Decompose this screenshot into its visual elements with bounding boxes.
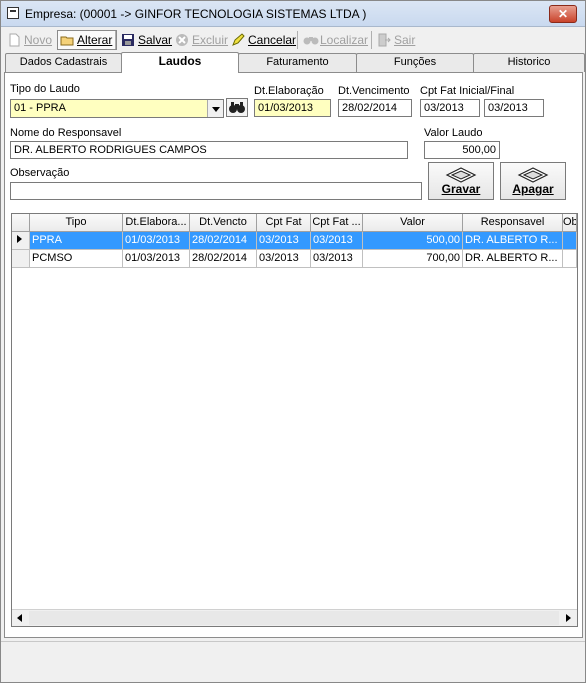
valor-label: Valor Laudo — [424, 127, 483, 139]
localizar-label: Localizar — [320, 33, 369, 47]
tab-historico[interactable]: Historico — [473, 53, 585, 72]
col-header[interactable]: Cpt Fat ... — [311, 214, 363, 232]
obs-label: Observação — [10, 167, 70, 179]
dt-elab-field[interactable]: 01/03/2013 — [254, 99, 331, 117]
col-header[interactable]: Cpt Fat — [257, 214, 311, 232]
sair-label: Sair — [394, 33, 416, 47]
tipo-value: 01 - PPRA — [14, 102, 66, 114]
tab-strip: Dados Cadastrais Laudos Faturamento Funç… — [1, 52, 585, 73]
cell-obs — [563, 232, 577, 250]
binoculars-icon — [229, 102, 245, 113]
save-disk-icon — [121, 33, 135, 47]
row-pointer-icon — [17, 235, 22, 243]
col-header[interactable]: Obs — [563, 214, 577, 232]
cell-cpt-fim: 03/2013 — [311, 232, 363, 250]
col-header[interactable]: Valor — [363, 214, 463, 232]
apagar-button[interactable]: Apagar — [500, 162, 566, 200]
cell-tipo: PPRA — [30, 232, 123, 250]
novo-label: Novo — [24, 33, 53, 47]
alterar-button[interactable]: Alterar — [57, 30, 118, 50]
sair-button[interactable]: Sair — [375, 30, 419, 50]
status-bar — [1, 641, 585, 682]
cell-dt-vencto: 28/02/2014 — [190, 250, 257, 268]
toolbar-separator — [297, 31, 298, 49]
alterar-label: Alterar — [77, 33, 113, 47]
table-row[interactable]: PPRA 01/03/2013 28/02/2014 03/2013 03/20… — [12, 232, 577, 250]
window-title: Empresa: (00001 -> GINFOR TECNOLOGIA SIS… — [25, 7, 367, 21]
cell-responsavel: DR. ALBERTO R... — [463, 232, 563, 250]
close-button[interactable]: ✕ — [549, 5, 577, 23]
col-header[interactable]: Dt.Vencto — [190, 214, 257, 232]
excluir-button[interactable]: Excluir — [173, 30, 232, 50]
salvar-label: Salvar — [138, 33, 173, 47]
toolbar-separator — [115, 31, 116, 49]
binoculars-icon — [303, 33, 319, 47]
cell-tipo: PCMSO — [30, 250, 123, 268]
cell-obs — [563, 250, 577, 268]
cell-valor: 500,00 — [363, 232, 463, 250]
cancelar-label: Cancelar — [248, 33, 297, 47]
exit-door-icon — [377, 33, 391, 47]
pencil-icon — [231, 33, 245, 47]
new-document-icon — [7, 33, 21, 47]
gravar-button[interactable]: Gravar — [428, 162, 494, 200]
laudos-panel: Tipo do Laudo 01 - PPRA Dt.Elaboração 01… — [4, 72, 583, 638]
scrollbar-thumb[interactable] — [29, 611, 559, 625]
scroll-right-icon[interactable] — [560, 610, 577, 626]
window-icon — [7, 7, 19, 19]
cell-cpt-fim: 03/2013 — [311, 250, 363, 268]
title-bar: Empresa: (00001 -> GINFOR TECNOLOGIA SIS… — [1, 1, 585, 27]
cell-cpt-ini: 03/2013 — [257, 250, 311, 268]
toolbar: Novo Alterar Salvar Excluir Cancelar Loc… — [1, 28, 585, 52]
gravar-label: Gravar — [441, 182, 481, 196]
cpt-fim-field[interactable]: 03/2013 — [484, 99, 544, 117]
tab-laudos[interactable]: Laudos — [121, 52, 239, 73]
obs-field[interactable] — [10, 182, 422, 200]
cell-dt-elab: 01/03/2013 — [123, 232, 190, 250]
table-row[interactable]: PCMSO 01/03/2013 28/02/2014 03/2013 03/2… — [12, 250, 577, 268]
chevron-down-icon[interactable] — [207, 100, 223, 117]
search-tipo-button[interactable] — [226, 98, 248, 117]
tab-faturamento[interactable]: Faturamento — [238, 53, 357, 72]
cell-dt-elab: 01/03/2013 — [123, 250, 190, 268]
valor-field[interactable]: 500,00 — [424, 141, 500, 159]
resp-field[interactable]: DR. ALBERTO RODRIGUES CAMPOS — [10, 141, 408, 159]
cell-cpt-ini: 03/2013 — [257, 232, 311, 250]
cell-dt-vencto: 28/02/2014 — [190, 232, 257, 250]
horizontal-scrollbar[interactable] — [12, 609, 577, 626]
tipo-select[interactable]: 01 - PPRA — [10, 99, 224, 118]
dt-venc-label: Dt.Vencimento — [338, 85, 410, 97]
col-header[interactable]: Responsavel — [463, 214, 563, 232]
tab-funcoes[interactable]: Funções — [356, 53, 474, 72]
open-folder-icon — [60, 33, 74, 47]
scroll-left-icon[interactable] — [12, 610, 29, 626]
cancelar-button[interactable]: Cancelar — [229, 30, 300, 50]
window: Empresa: (00001 -> GINFOR TECNOLOGIA SIS… — [0, 0, 586, 683]
tipo-label: Tipo do Laudo — [10, 83, 80, 95]
toolbar-separator — [371, 31, 372, 49]
cpt-label: Cpt Fat Inicial/Final — [420, 85, 515, 97]
tab-dados-cadastrais[interactable]: Dados Cadastrais — [5, 53, 122, 72]
novo-button[interactable]: Novo — [5, 30, 56, 50]
dt-venc-field[interactable]: 28/02/2014 — [338, 99, 412, 117]
cell-responsavel: DR. ALBERTO R... — [463, 250, 563, 268]
delete-icon — [175, 33, 189, 47]
cell-valor: 700,00 — [363, 250, 463, 268]
excluir-label: Excluir — [192, 33, 229, 47]
grid-header: Tipo Dt.Elabora... Dt.Vencto Cpt Fat Cpt… — [12, 214, 577, 232]
apagar-label: Apagar — [512, 182, 554, 196]
resp-label: Nome do Responsavel — [10, 127, 122, 139]
dt-elab-label: Dt.Elaboração — [254, 85, 324, 97]
col-header[interactable]: Tipo — [30, 214, 123, 232]
localizar-button[interactable]: Localizar — [301, 30, 372, 50]
row-indicator — [12, 250, 30, 268]
laudos-grid[interactable]: Tipo Dt.Elabora... Dt.Vencto Cpt Fat Cpt… — [11, 213, 578, 627]
col-header[interactable]: Dt.Elabora... — [123, 214, 190, 232]
grid-corner — [12, 214, 30, 232]
row-indicator — [12, 232, 30, 250]
cpt-ini-field[interactable]: 03/2013 — [420, 99, 480, 117]
salvar-button[interactable]: Salvar — [119, 30, 176, 50]
